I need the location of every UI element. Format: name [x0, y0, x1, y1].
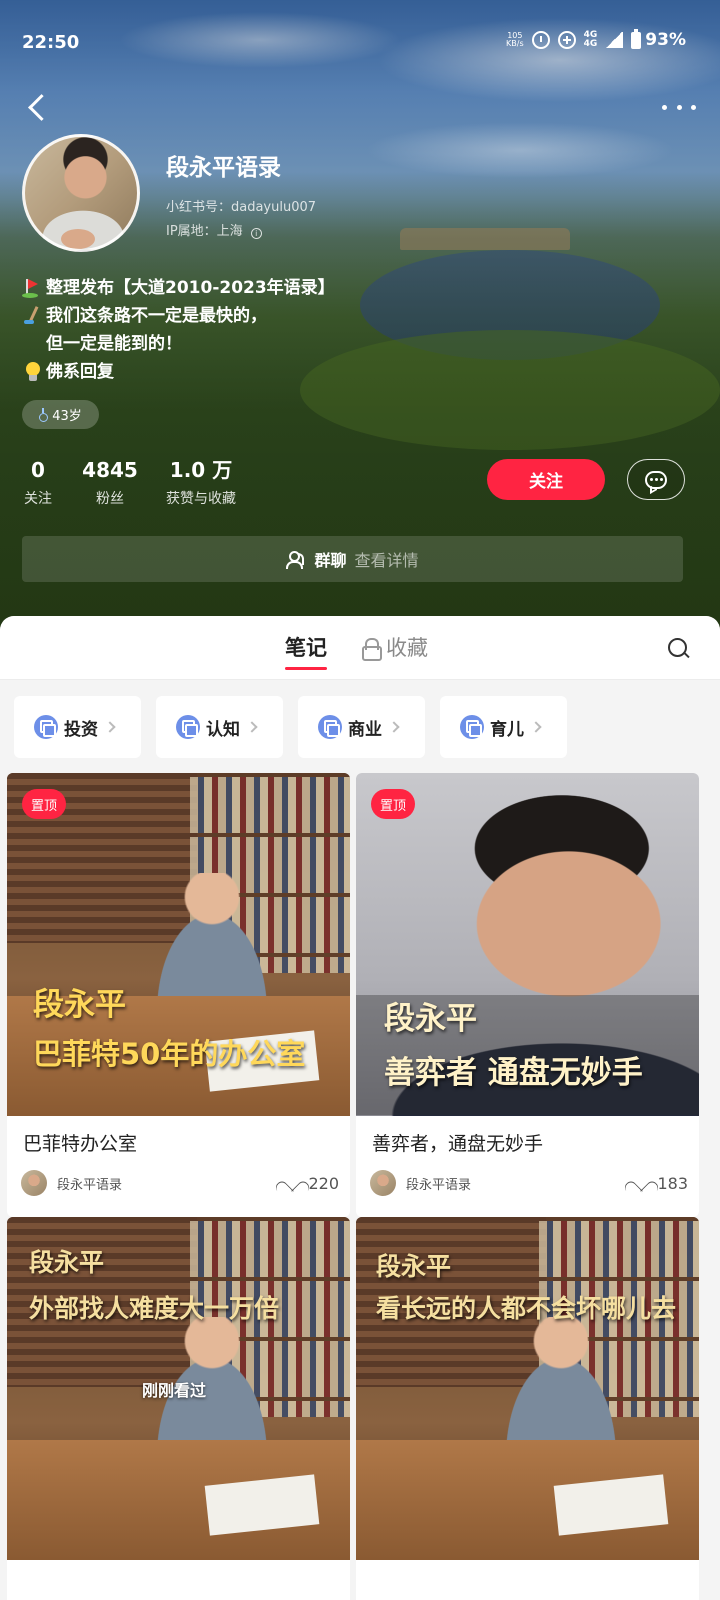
thumbnail-overlay-title: 段永平: [33, 987, 126, 1023]
chevron-right-icon: [246, 721, 258, 733]
group-chat-bar[interactable]: 群聊 查看详情: [22, 536, 683, 582]
like-count: 220: [308, 1173, 339, 1193]
avatar[interactable]: [22, 134, 140, 252]
author-name: 段永平语录: [406, 1177, 472, 1193]
category-list: 投资 认知 商业 育儿: [14, 696, 567, 758]
chevron-right-icon: [104, 721, 116, 733]
note-thumbnail: 段永平 看长远的人都不会坏哪儿去: [356, 1217, 699, 1560]
profile-bio: 整理发布【大道2010-2023年语录】 我们这条路不一定是最快的， 但一定是能…: [22, 274, 335, 386]
status-bar: 22:50 105 KB/s 4G 4G 93%: [0, 28, 720, 60]
content-panel: 笔记 收藏 投资 认知 商业 育儿 段永平 巴菲特50年的办公室 置顶 巴菲特办…: [0, 616, 720, 1600]
pinned-badge: 置顶: [371, 789, 416, 819]
group-icon: [286, 550, 306, 569]
collection-icon: [176, 715, 200, 739]
note-card[interactable]: 段永平 巴菲特50年的办公室 置顶 巴菲特办公室 段永平语录 220: [7, 773, 350, 1217]
like-count: 183: [657, 1173, 688, 1193]
note-thumbnail: 段永平 外部找人难度大一万倍 刚刚看过: [7, 1217, 350, 1560]
note-title: 巴菲特办公室: [23, 1133, 138, 1155]
collection-icon: [318, 715, 342, 739]
stat-likes[interactable]: 1.0 万 获赞与收藏: [162, 458, 240, 508]
network-type-icon: 4G 4G: [583, 30, 598, 49]
category-parenting[interactable]: 育儿: [440, 696, 567, 758]
redbook-id: 小红书号：dadayulu007: [166, 200, 317, 215]
light-bulb-icon: [22, 361, 44, 383]
back-icon[interactable]: [22, 90, 52, 124]
thumbnail-overlay-subtitle: 善弈者 通盘无妙手: [384, 1055, 643, 1091]
author-avatar: [21, 1170, 47, 1196]
note-thumbnail: 段永平 善弈者 通盘无妙手 置顶: [356, 773, 699, 1116]
collection-icon: [34, 715, 58, 739]
search-icon[interactable]: [668, 638, 690, 660]
profile-name: 段永平语录: [166, 155, 281, 181]
pinned-badge: 置顶: [22, 789, 67, 819]
category-cognition[interactable]: 认知: [156, 696, 283, 758]
chevron-right-icon: [530, 721, 542, 733]
thumbnail-overlay-title: 段永平: [384, 1001, 477, 1037]
chevron-right-icon: [388, 721, 400, 733]
thumbnail-overlay-subtitle: 外部找人难度大一万倍: [29, 1294, 280, 1323]
lock-icon: [362, 638, 382, 661]
author-name: 段永平语录: [57, 1177, 123, 1193]
age-badge: 43岁: [22, 400, 99, 429]
author-avatar: [370, 1170, 396, 1196]
battery-icon: [631, 28, 642, 49]
chat-bubble-icon: [645, 470, 667, 489]
signal-icon: [605, 32, 624, 48]
message-button[interactable]: [627, 459, 685, 500]
collection-icon: [460, 715, 484, 739]
note-card[interactable]: 段永平 善弈者 通盘无妙手 置顶 善弈者，通盘无妙手 段永平语录 183: [356, 773, 699, 1217]
note-card[interactable]: 段永平 看长远的人都不会坏哪儿去: [356, 1217, 699, 1600]
recently-viewed-label: 刚刚看过: [142, 1381, 207, 1400]
golf-flag-icon: [22, 277, 44, 299]
heart-icon[interactable]: [282, 1174, 302, 1192]
tab-notes[interactable]: 笔记: [285, 632, 327, 670]
battery-percent: 93%: [645, 30, 686, 50]
thumbnail-overlay-subtitle: 看长远的人都不会坏哪儿去: [376, 1294, 677, 1323]
stat-following[interactable]: 0 关注: [22, 458, 54, 508]
note-card[interactable]: 段永平 外部找人难度大一万倍 刚刚看过: [7, 1217, 350, 1600]
category-invest[interactable]: 投资: [14, 696, 141, 758]
alarm-icon: [531, 31, 550, 49]
thumbnail-overlay-title: 段永平: [29, 1248, 105, 1277]
hockey-stick-icon: [22, 305, 44, 327]
heart-icon[interactable]: [631, 1174, 651, 1192]
tab-bar: 笔记 收藏: [0, 616, 720, 680]
note-title: 善弈者，通盘无妙手: [372, 1133, 544, 1155]
data-saver-icon: [557, 31, 576, 49]
status-time: 22:50: [22, 32, 80, 53]
note-thumbnail: 段永平 巴菲特50年的办公室 置顶: [7, 773, 350, 1116]
more-options-icon[interactable]: [662, 100, 696, 114]
tab-collections[interactable]: 收藏: [362, 632, 428, 662]
thumbnail-overlay-title: 段永平: [376, 1252, 452, 1281]
info-icon[interactable]: i: [250, 228, 262, 239]
stat-fans[interactable]: 4845 粉丝: [82, 458, 138, 508]
category-business[interactable]: 商业: [298, 696, 425, 758]
ip-location: IP属地：上海 i: [166, 220, 262, 239]
network-speed-indicator: 105 KB/s: [506, 31, 524, 48]
follow-button[interactable]: 关注: [487, 459, 605, 500]
male-icon: [39, 408, 49, 422]
thumbnail-overlay-subtitle: 巴菲特50年的办公室: [33, 1037, 306, 1071]
